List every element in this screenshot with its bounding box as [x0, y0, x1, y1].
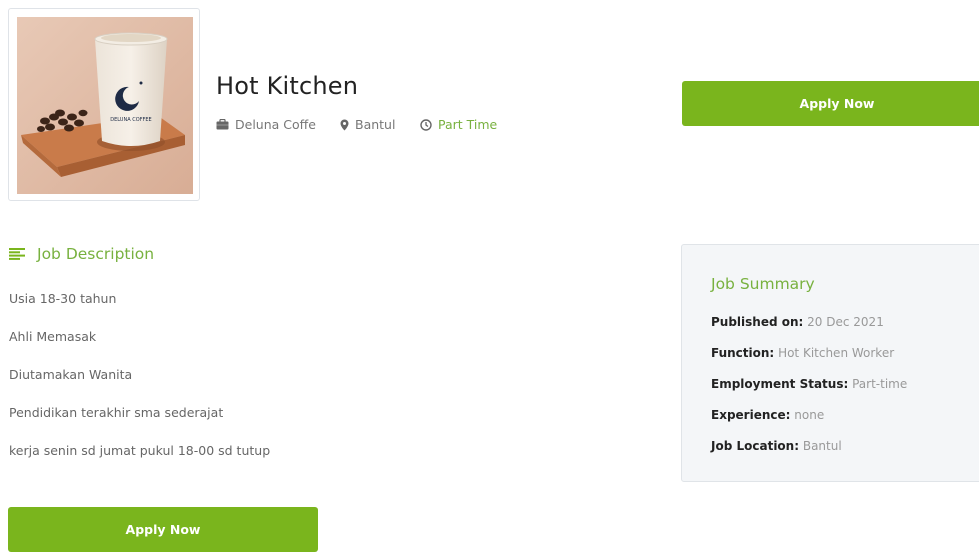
company-name: Deluna Coffe	[235, 117, 316, 132]
job-type: Part Time	[420, 117, 497, 132]
job-description-heading: Job Description	[9, 245, 154, 263]
summary-label: Experience:	[711, 408, 791, 422]
job-company: Deluna Coffe	[216, 117, 316, 132]
description-line: Diutamakan Wanita	[9, 367, 133, 382]
summary-value: Part-time	[852, 377, 908, 391]
cup-logo-text: DELUNA COFFEE	[110, 117, 151, 123]
summary-label: Function:	[711, 346, 775, 360]
map-pin-icon	[340, 119, 349, 130]
align-left-icon	[9, 248, 25, 260]
summary-value: Hot Kitchen Worker	[778, 346, 895, 360]
job-title: Hot Kitchen	[216, 72, 359, 100]
summary-value: 20 Dec 2021	[807, 315, 884, 329]
summary-value: none	[794, 408, 825, 422]
summary-label: Published on:	[711, 315, 804, 329]
description-line: Pendidikan terakhir sma sederajat	[9, 405, 224, 420]
clock-icon	[420, 118, 432, 131]
company-photo-frame: DELUNA COFFEE	[8, 8, 200, 201]
summary-label: Job Location:	[711, 439, 800, 453]
briefcase-icon	[216, 119, 229, 130]
summary-row-employment-status: Employment Status: Part-time	[711, 377, 907, 391]
summary-row-published: Published on: 20 Dec 2021	[711, 315, 884, 329]
job-location: Bantul	[340, 117, 395, 132]
apply-now-button-top[interactable]: Apply Now	[682, 81, 979, 126]
summary-row-experience: Experience: none	[711, 408, 824, 422]
job-type-label: Part Time	[438, 117, 498, 132]
job-summary-title: Job Summary	[711, 275, 815, 293]
description-line: Ahli Memasak	[9, 329, 97, 344]
description-line: kerja senin sd jumat pukul 18-00 sd tutu…	[9, 443, 271, 458]
location-name: Bantul	[355, 117, 396, 132]
summary-value: Bantul	[802, 439, 842, 453]
summary-label: Employment Status:	[711, 377, 849, 391]
job-description-title: Job Description	[37, 245, 155, 263]
company-photo: DELUNA COFFEE	[17, 17, 193, 194]
description-line: Usia 18-30 tahun	[9, 291, 117, 306]
job-summary-panel: Job Summary Published on: 20 Dec 2021 Fu…	[681, 244, 979, 482]
summary-row-job-location: Job Location: Bantul	[711, 439, 842, 453]
apply-now-button-bottom[interactable]: Apply Now	[8, 507, 318, 552]
summary-row-function: Function: Hot Kitchen Worker	[711, 346, 894, 360]
